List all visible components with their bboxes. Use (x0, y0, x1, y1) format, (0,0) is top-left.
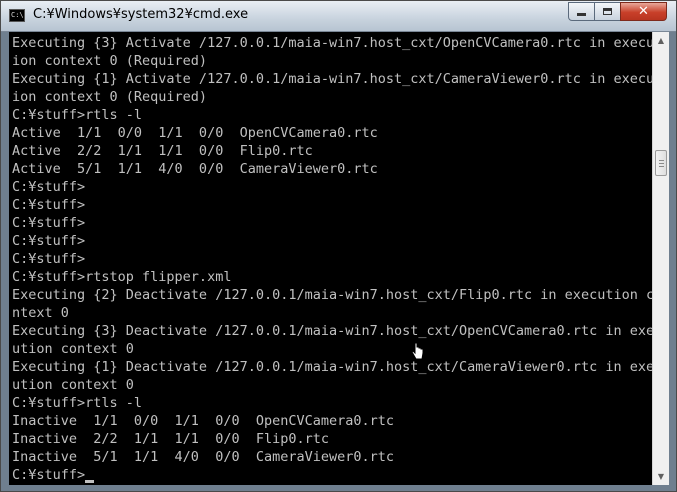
console-line: C:¥stuff>rtstop flipper.xml (12, 269, 232, 285)
console-line: Inactive 2/2 1/1 1/1 0/0 Flip0.rtc (12, 431, 329, 447)
console-line: C:¥stuff> (12, 197, 86, 213)
text-cursor-icon (411, 342, 424, 360)
console-line: Inactive 1/1 0/0 1/1 0/0 OpenCVCamera0.r… (12, 413, 395, 429)
scroll-up-button[interactable]: ▲ (653, 32, 669, 49)
console-line: ution context 0 (12, 341, 134, 357)
console-line: Active 2/2 1/1 1/1 0/0 Flip0.rtc (12, 143, 313, 159)
console-line: C:¥stuff>rtls -l (12, 395, 143, 411)
grip-line (659, 160, 664, 161)
console-line: C:¥stuff> (12, 179, 86, 195)
minimize-icon (577, 13, 586, 16)
minimize-button[interactable] (568, 2, 595, 21)
arrow-down-icon: ▼ (657, 472, 665, 481)
scrollbar-thumb[interactable] (655, 150, 667, 176)
cmd-window: C:\ C:¥Windows¥system32¥cmd.exe ✕ Execut… (0, 0, 677, 492)
maximize-icon (603, 8, 612, 15)
console-line: Executing {1} Deactivate /127.0.0.1/maia… (12, 359, 652, 375)
console-line: Active 5/1 1/1 4/0 0/0 CameraViewer0.rtc (12, 161, 378, 177)
grip-line (659, 166, 664, 167)
console-line: ution context 0 (12, 377, 134, 393)
console-caret (85, 480, 95, 483)
console-line: ntext 0 (12, 305, 69, 321)
title-bar[interactable]: C:\ C:¥Windows¥system32¥cmd.exe ✕ (1, 1, 676, 32)
console-line: C:¥stuff> (12, 251, 86, 267)
close-icon: ✕ (638, 4, 649, 19)
close-button[interactable]: ✕ (620, 2, 667, 21)
console-line: ion context 0 (Required) (12, 53, 208, 69)
console-line: C:¥stuff> (12, 466, 95, 484)
vertical-scrollbar[interactable]: ▲ ▼ (652, 32, 669, 485)
window-frame-bottom (1, 485, 676, 491)
maximize-button[interactable] (594, 2, 621, 21)
console-line: Inactive 5/1 1/1 4/0 0/0 CameraViewer0.r… (12, 449, 395, 465)
console-output[interactable]: Executing {3} Activate /127.0.0.1/maia-w… (9, 32, 652, 485)
grip-line (659, 163, 664, 164)
scroll-down-button[interactable]: ▼ (653, 468, 669, 485)
window-title: C:¥Windows¥system32¥cmd.exe (33, 7, 249, 22)
cmd-icon[interactable]: C:\ (9, 9, 25, 22)
console-line: C:¥stuff>rtls -l (12, 107, 143, 123)
console-line: C:¥stuff> (12, 233, 86, 249)
console-line: Executing {3} Activate /127.0.0.1/maia-w… (12, 35, 652, 51)
console-line: Executing {2} Deactivate /127.0.0.1/maia… (12, 287, 652, 303)
console-line: ion context 0 (Required) (12, 89, 208, 105)
console-line: C:¥stuff> (12, 215, 86, 231)
console-line: Executing {1} Activate /127.0.0.1/maia-w… (12, 71, 652, 87)
console-line: Active 1/1 0/0 1/1 0/0 OpenCVCamera0.rtc (12, 125, 378, 141)
arrow-up-icon: ▲ (657, 36, 665, 45)
window-frame-right (669, 32, 676, 485)
console-line: Executing {3} Deactivate /127.0.0.1/maia… (12, 323, 652, 339)
